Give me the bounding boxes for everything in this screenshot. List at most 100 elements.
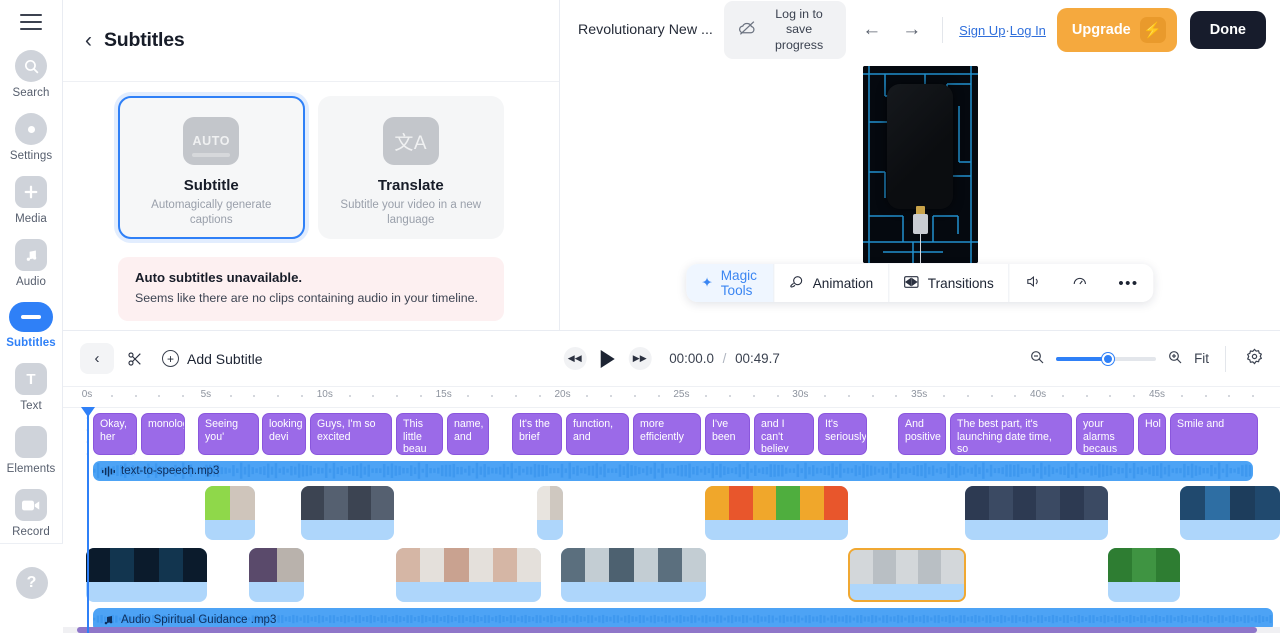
clip-gauges[interactable] — [705, 486, 848, 540]
scrollbar-thumb[interactable] — [77, 627, 1257, 633]
subtitle-clip[interactable]: Guys, I'm so excited — [310, 413, 392, 455]
subtitle-clip[interactable]: This little beau — [396, 413, 443, 455]
subtitle-clip[interactable]: more efficiently — [633, 413, 701, 455]
subtitle-clip[interactable]: name, and — [447, 413, 489, 455]
transitions-button[interactable]: Transitions — [889, 264, 1009, 302]
zoom-slider[interactable] — [1056, 352, 1157, 365]
clip-hardware-stack[interactable] — [249, 548, 304, 602]
magic-tools-button[interactable]: ✦ Magic Tools — [686, 264, 774, 302]
speed-button[interactable] — [1056, 264, 1103, 302]
hamburger-icon[interactable] — [20, 14, 42, 30]
scissors-icon[interactable] — [120, 344, 150, 374]
sign-up-link[interactable]: Sign Up — [959, 23, 1005, 38]
video-camera-icon — [15, 489, 47, 521]
redo-arrow-icon[interactable]: → — [897, 19, 926, 41]
sidebar-item-text[interactable]: T Text — [0, 363, 63, 412]
ruler-tick-label: 25s — [673, 389, 690, 400]
subtitle-clip[interactable]: Okay, her — [93, 413, 137, 455]
zoom-slider-knob[interactable] — [1101, 352, 1114, 365]
clip-green-screen-street[interactable] — [205, 486, 255, 540]
subtitle-clip[interactable]: It's seriously — [818, 413, 867, 455]
subtitle-clip[interactable]: Hol — [1138, 413, 1166, 455]
play-icon[interactable] — [600, 349, 615, 368]
page-title: Subtitles — [104, 29, 185, 51]
log-in-link[interactable]: Log In — [1010, 23, 1046, 38]
subtitle-clip[interactable]: I've been — [705, 413, 750, 455]
subtitle-clip[interactable]: function, and — [566, 413, 629, 455]
add-subtitle-button[interactable]: + Add Subtitle — [162, 350, 263, 367]
volume-button[interactable] — [1009, 264, 1056, 302]
sidebar-item-search[interactable]: Search — [0, 50, 63, 99]
zoom-out-icon[interactable] — [1029, 349, 1045, 369]
ruler-tick-dot — [657, 395, 660, 397]
ruler-tick-dot — [277, 395, 280, 397]
translate-icon: 文A — [382, 117, 439, 165]
timeline-ruler[interactable]: 0s 5s 10s 15s 20s 25s 30s 35s 40s 45s — [63, 387, 1280, 408]
ruler-tick-dot — [847, 395, 850, 397]
clip-server-person[interactable] — [301, 486, 394, 540]
timeline-canvas[interactable]: 0s 5s 10s 15s 20s 25s 30s 35s 40s 45s Okay, her mo… — [63, 386, 1280, 633]
ruler-tick-dot — [586, 395, 589, 397]
question-mark-icon[interactable]: ? — [15, 566, 48, 599]
sidebar-label: Audio — [16, 276, 46, 288]
subtitle-mode-cards: AUTO Subtitle Automagically generate cap… — [118, 96, 504, 239]
upgrade-button[interactable]: Upgrade ⚡ — [1056, 8, 1177, 52]
timeline-settings-gear-icon[interactable] — [1242, 348, 1263, 370]
audio-clip-speech[interactable]: text-to-speech.mp3 — [93, 461, 1253, 481]
sidebar-item-subtitles[interactable]: Subtitles — [0, 302, 63, 349]
zoom-in-icon[interactable] — [1167, 349, 1183, 369]
clip-thumbnails — [205, 486, 255, 520]
done-button[interactable]: Done — [1189, 11, 1266, 49]
card-translate[interactable]: 文A Translate Subtitle your video in a ne… — [317, 96, 504, 239]
clip-green-blocks[interactable] — [1108, 548, 1180, 602]
playhead[interactable] — [87, 408, 89, 633]
project-name[interactable]: Revolutionary New ... — [578, 22, 713, 38]
ruler-tick-dot — [610, 395, 613, 397]
card-subtitle[interactable]: AUTO Subtitle Automagically generate cap… — [118, 96, 305, 239]
clip-rockets[interactable] — [965, 486, 1108, 540]
zoom-slider-fill — [1056, 356, 1108, 361]
chevron-left-icon[interactable]: ‹ — [85, 30, 92, 51]
auth-links: Sign Up·Log In — [959, 23, 1046, 38]
subtitle-clip[interactable]: and I can't believ — [754, 413, 814, 455]
undo-arrow-icon[interactable]: ← — [857, 19, 886, 41]
timeline: ‹ + Add Subtitle ◀◀ ▶▶ 00:00.0 / 00:49.7 — [63, 330, 1280, 633]
ruler-tick-dot — [705, 395, 708, 397]
sidebar-item-audio[interactable]: Audio — [0, 239, 63, 288]
ruler-tick-dot — [348, 395, 351, 397]
video-preview[interactable] — [862, 66, 978, 263]
animation-label: Animation — [812, 275, 874, 291]
subtitle-clip[interactable]: monologu — [141, 413, 185, 455]
sidebar-item-elements[interactable]: Elements — [0, 426, 63, 475]
ruler-tick-dot — [396, 395, 399, 397]
more-options-button[interactable]: ••• — [1103, 264, 1153, 302]
clip-person-standing[interactable] — [537, 486, 563, 540]
fit-button[interactable]: Fit — [1194, 351, 1209, 366]
transitions-label: Transitions — [927, 275, 994, 291]
subtitle-clip[interactable]: Seeing you' — [198, 413, 259, 455]
subtitle-clip[interactable]: The best part, it's launching date time,… — [950, 413, 1072, 455]
skip-backward-icon[interactable]: ◀◀ — [563, 347, 587, 370]
clip-thumbnails — [301, 486, 394, 520]
clip-people-talking[interactable] — [1180, 486, 1280, 540]
sidebar-item-media[interactable]: Media — [0, 176, 63, 225]
sidebar-item-settings[interactable]: Settings — [0, 113, 63, 162]
animation-button[interactable]: Animation — [774, 264, 888, 302]
sidebar-item-record[interactable]: Record — [0, 489, 63, 538]
subtitle-clip[interactable]: And positive — [898, 413, 946, 455]
clip-hands-typing[interactable] — [396, 548, 541, 602]
clip-coffee-cups[interactable] — [561, 548, 706, 602]
clip-lab-selected[interactable] — [848, 548, 966, 602]
translate-glyph: 文A — [394, 132, 428, 154]
login-to-save-button[interactable]: Log in to save progress — [723, 1, 847, 59]
skip-forward-icon[interactable]: ▶▶ — [628, 347, 652, 370]
subtitle-clip[interactable]: looking devi — [262, 413, 306, 455]
ruler-tick-dot — [729, 395, 731, 397]
timeline-back-button[interactable]: ‹ — [80, 343, 114, 374]
clip-blue-circuit[interactable] — [86, 548, 207, 602]
subtitle-clip[interactable]: your alarms becaus — [1076, 413, 1134, 455]
subtitle-clip[interactable]: Smile and — [1170, 413, 1258, 455]
subtitle-clip[interactable]: It's the brief — [512, 413, 562, 455]
timeline-horizontal-scrollbar[interactable] — [63, 627, 1280, 633]
subtitle-track: Okay, hermonologu Seeing you'looking devi… — [63, 413, 1280, 458]
